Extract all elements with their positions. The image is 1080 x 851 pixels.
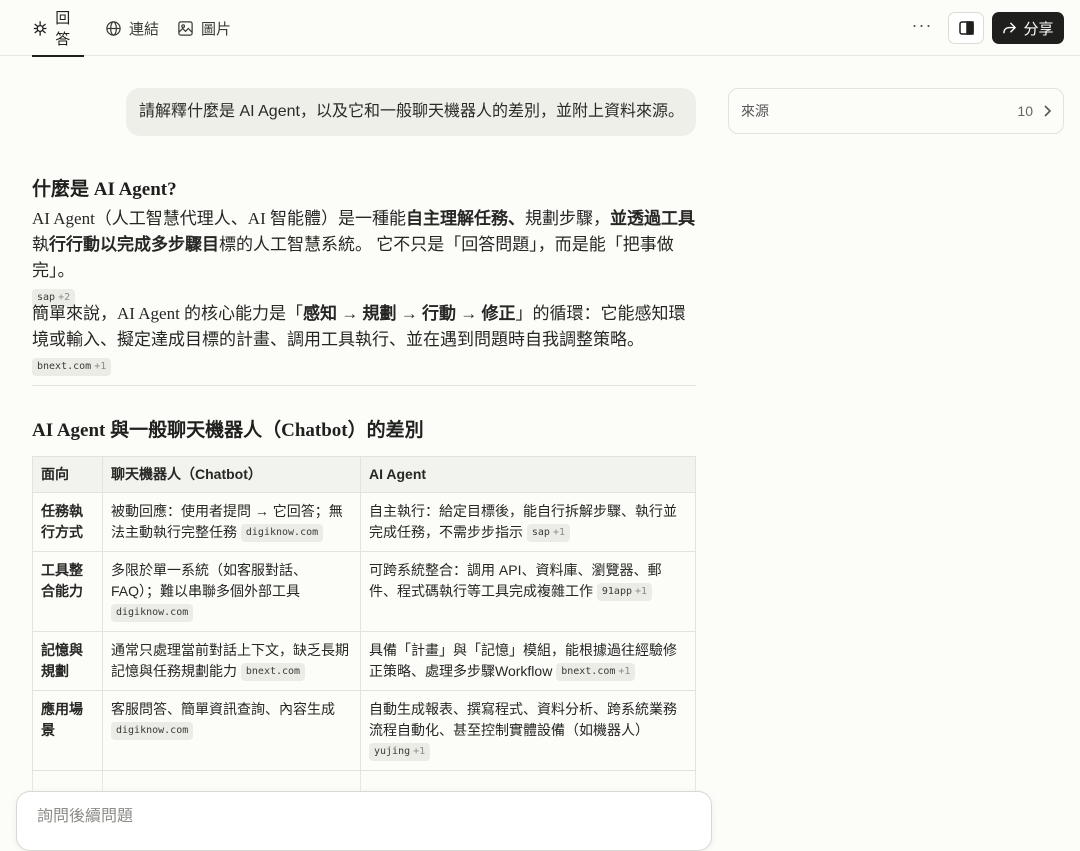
- section-divider: [32, 385, 696, 386]
- definition-paragraph: AI Agent（人工智慧代理人、AI 智能體）是一種能自主理解任務、規劃步驟，…: [32, 206, 696, 310]
- chatbot-cell: 被動回應：使用者提問 → 它回答；無法主動執行完整任務 digiknow.com: [102, 492, 361, 552]
- table-row: 記憶與規劃 通常只處理當前對話上下文，缺乏長期記憶與任務規劃能力 bnext.c…: [32, 631, 696, 691]
- share-label: 分享: [1023, 20, 1054, 38]
- chatbot-cell: 客服問答、簡單資訊查詢、內容生成 digiknow.com: [102, 690, 361, 771]
- column-header: 面向: [32, 456, 103, 493]
- sources-card[interactable]: 來源 10: [728, 88, 1064, 134]
- cell-text: 客服問答、簡單資訊查詢、內容生成: [111, 701, 335, 717]
- chevron-right-icon: [1044, 105, 1051, 117]
- tab-label: 圖片: [201, 20, 232, 38]
- aspect-cell: 工具整合能力: [32, 551, 103, 632]
- bold-span: 並透過工具: [609, 209, 695, 228]
- aspect-cell: 應用場景: [32, 690, 103, 771]
- text-span: 執: [32, 235, 49, 254]
- citation-chip[interactable]: digiknow.com: [111, 604, 194, 623]
- citation-source: digiknow.com: [245, 527, 319, 539]
- section-heading-what-is: 什麼是 AI Agent?: [32, 179, 177, 200]
- citation-more: +1: [94, 361, 107, 373]
- image-icon: [178, 20, 193, 36]
- citation-source: bnext.com: [245, 666, 301, 678]
- tab-label: 回答: [55, 10, 71, 48]
- text-span: 簡單來說，AI Agent 的核心能力是「: [32, 304, 304, 323]
- citation-chip[interactable]: sap +1: [526, 524, 570, 543]
- text-span: AI Agent（人工智慧代理人、AI 智能體）是一種能: [32, 209, 406, 228]
- sources-label: 來源: [741, 103, 769, 119]
- core-ability-paragraph: 簡單來說，AI Agent 的核心能力是「感知 → 規劃 → 行動 → 修正」的…: [32, 301, 696, 379]
- tab-label: 連結: [129, 20, 160, 38]
- table-header-row: 面向 聊天機器人（Chatbot） AI Agent: [32, 456, 696, 493]
- cell-text: 通常只處理當前對話上下文，缺乏長期記憶與任務規劃能力: [111, 642, 349, 679]
- citation-source: digiknow.com: [116, 725, 189, 737]
- sources-count: 10: [1017, 103, 1033, 119]
- citation-source: bnext.com: [561, 666, 616, 678]
- followup-input[interactable]: [37, 808, 677, 826]
- top-bar: 回答 連結 圖片 ··· 分享: [0, 0, 1080, 57]
- sidebar-panel-icon: [958, 21, 974, 35]
- chatbot-cell: 通常只處理當前對話上下文，缺乏長期記憶與任務規劃能力 bnext.com: [102, 631, 361, 691]
- bold-span: 行行動以完成多步驟目: [49, 235, 219, 254]
- chatbot-cell: 多限於單一系統（如客服對話、FAQ）；難以串聯多個外部工具 digiknow.co…: [102, 551, 361, 632]
- citation-more: +1: [618, 666, 631, 678]
- citation-chip[interactable]: 91app +1: [596, 583, 653, 602]
- citation-chip[interactable]: digiknow.com: [240, 524, 324, 543]
- aspect-cell: 任務執行方式: [32, 492, 103, 552]
- column-header: AI Agent: [360, 456, 696, 493]
- agent-cell: 具備「計畫」與「記憶」模組，能根據過往經驗修正策略、處理多步驟Workflow …: [360, 631, 696, 691]
- table-row: 任務執行方式 被動回應：使用者提問 → 它回答；無法主動執行完整任務 digik…: [32, 492, 696, 552]
- agent-cell: 自主執行：給定目標後，能自行拆解步驟、執行並完成任務，不需步步指示 sap +1: [360, 492, 696, 552]
- more-options-icon[interactable]: ···: [910, 16, 934, 39]
- cell-text: 自主執行：給定目標後，能自行拆解步驟、執行並完成任務，不需步步指示: [369, 503, 677, 540]
- citation-chip[interactable]: bnext.com: [240, 663, 306, 682]
- citation-more: +1: [413, 746, 426, 758]
- section-heading-comparison: AI Agent 與一般聊天機器人（Chatbot）的差別: [32, 420, 424, 441]
- globe-icon: [106, 20, 121, 36]
- citation-source: 91app: [601, 586, 632, 598]
- aspect-cell: 記憶與規劃: [32, 631, 103, 691]
- tab-links[interactable]: 連結: [105, 0, 159, 56]
- followup-box[interactable]: [16, 791, 712, 851]
- citation-source: sap: [531, 527, 550, 539]
- citation-chip[interactable]: yujing +1: [369, 743, 431, 762]
- column-header: 聊天機器人（Chatbot）: [102, 456, 361, 493]
- toggle-panel-button[interactable]: [948, 12, 984, 44]
- tab-answer[interactable]: 回答: [32, 0, 84, 57]
- table-row: 應用場景 客服問答、簡單資訊查詢、內容生成 digiknow.com 自動生成報表…: [32, 690, 696, 771]
- cell-text: 多限於單一系統（如客服對話、FAQ）；難以串聯多個外部工具: [111, 562, 307, 599]
- user-question: 請解釋什麼是 AI Agent，以及它和一般聊天機器人的差別，並附上資料來源。: [126, 88, 696, 136]
- bold-span: 自主理解任務、: [405, 209, 525, 228]
- agent-cell: 可跨系統整合：調用 API、資料庫、瀏覽器、郵件、程式碼執行等工具完成複雜工作 …: [360, 551, 696, 632]
- citation-source: digiknow.com: [116, 607, 189, 619]
- agent-cell: 自動生成報表、撰寫程式、資料分析、跨系統業務流程自動化、甚至控制實體設備（如機器…: [360, 690, 696, 771]
- citation-source: yujing: [374, 746, 411, 758]
- text-span: 規劃步驟，: [524, 209, 610, 228]
- share-button[interactable]: 分享: [992, 12, 1064, 44]
- cell-text: 自動生成報表、撰寫程式、資料分析、跨系統業務流程自動化、甚至控制實體設備（如機器…: [369, 701, 677, 738]
- answer-spark-icon: [33, 20, 47, 36]
- bold-span: 感知 → 規劃 → 行動 → 修正: [303, 304, 516, 323]
- citation-chip[interactable]: bnext.com +1: [32, 358, 112, 377]
- citation-more: +1: [552, 527, 565, 539]
- citation-more: +1: [635, 586, 648, 598]
- citation-chip[interactable]: bnext.com +1: [556, 663, 636, 682]
- citation-source: bnext.com: [37, 361, 92, 373]
- citation-chip[interactable]: digiknow.com: [111, 722, 194, 741]
- table-row: 工具整合能力 多限於單一系統（如客服對話、FAQ）；難以串聯多個外部工具 digi…: [32, 551, 696, 632]
- tab-images[interactable]: 圖片: [177, 0, 231, 56]
- share-arrow-icon: [1003, 21, 1017, 33]
